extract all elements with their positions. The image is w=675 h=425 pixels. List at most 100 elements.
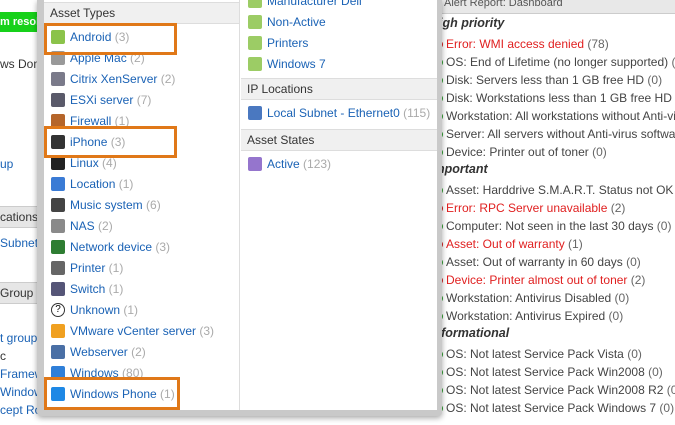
asset-type-item[interactable]: Switch (1)	[44, 279, 239, 300]
alert-text: OS: Not latest Service Pack Win2008 R2	[446, 383, 664, 397]
asset-type-count: (3)	[196, 324, 215, 338]
group-item[interactable]: Manufacturer Dell	[241, 0, 437, 12]
group-count: (115)	[399, 106, 431, 120]
location-icon	[51, 177, 65, 191]
alert-text: OS: Not latest Service Pack Windows 7	[446, 401, 657, 415]
asset-type-label: VMware vCenter server	[70, 324, 197, 338]
asset-type-count: (2)	[127, 345, 146, 359]
asset-type-item[interactable]: Citrix XenServer (2)	[44, 69, 239, 90]
alert-text: Disk: Servers less than 1 GB free HD	[446, 73, 645, 87]
asset-type-label: Network device	[70, 240, 153, 254]
alert-item[interactable]: Asset: Harddrive S.M.A.R.T. Status not O…	[434, 181, 673, 199]
asset-type-count: (1)	[120, 303, 139, 317]
asset-type-label: Webserver	[70, 345, 128, 359]
asset-type-count: (7)	[133, 93, 152, 107]
alert-text: Asset: Out of warranty in 60 days	[446, 255, 623, 269]
alert-item[interactable]: OS: Not latest Service Pack Windows 7 (0…	[434, 399, 674, 417]
asset-type-item[interactable]: Music system (6)	[44, 195, 239, 216]
asset-type-item[interactable]: VMware vCenter server (3)	[44, 321, 239, 342]
group-label: Active	[267, 157, 300, 171]
vmware-icon	[51, 324, 65, 338]
highlight-iphone	[44, 126, 177, 158]
webserver-icon	[51, 345, 65, 359]
switch-icon	[51, 282, 65, 296]
asset-dropdown-panel: Asset Types Android (3) Apple Mac (2) Citr…	[44, 0, 437, 410]
alert-item[interactable]: Computer: Not seen in the last 30 days (…	[434, 217, 671, 235]
alert-count: (0)	[611, 291, 630, 305]
alert-count: (0)	[622, 255, 641, 269]
group-item[interactable]: Active (123)	[241, 154, 437, 175]
alert-item[interactable]: Disk: Servers less than 1 GB free HD (0)	[434, 71, 662, 89]
subnet-icon	[248, 106, 262, 120]
alert-text: Workstation: All workstations without An…	[446, 109, 675, 123]
group-label: Local Subnet - Ethernet0	[267, 106, 400, 120]
group-label: Non-Active	[267, 15, 326, 29]
alert-item[interactable]: OS: Not latest Service Pack Win2008 R2 (…	[434, 381, 675, 399]
alert-count: (0)	[605, 309, 624, 323]
group-item[interactable]: Printers	[241, 33, 437, 54]
asset-type-count: (2)	[94, 219, 113, 233]
alert-text: OS: Not latest Service Pack Vista	[446, 347, 624, 361]
asset-type-item[interactable]: Webserver (2)	[44, 342, 239, 363]
alert-text: Disk: Workstations less than 1 GB free H…	[446, 91, 672, 105]
alert-item[interactable]: Error: WMI access denied (78)	[434, 35, 609, 53]
asset-type-count: (6)	[142, 198, 161, 212]
alert-text: OS: End of Lifetime (no longer supported…	[446, 55, 669, 69]
alert-text: Error: RPC Server unavailable	[446, 201, 608, 215]
alert-text: Server: All servers without Anti-virus s…	[446, 127, 675, 141]
alert-count: (0)	[644, 365, 663, 379]
asset-type-item[interactable]: ESXi server (7)	[44, 90, 239, 111]
alert-report-panel: Alert Report: Dashboard High priority Err…	[430, 0, 675, 425]
alert-count: (0)	[653, 219, 672, 233]
group-item[interactable]: Local Subnet - Ethernet0 (115)	[241, 103, 437, 124]
alert-item[interactable]: Workstation: Antivirus Expired (0)	[434, 307, 623, 325]
alert-item[interactable]: Device: Printer almost out of toner (2)	[434, 271, 645, 289]
alert-item[interactable]: Asset: Out of warranty in 60 days (0)	[434, 253, 641, 271]
asset-type-item[interactable]: NAS (2)	[44, 216, 239, 237]
alert-count: (0)	[644, 73, 663, 87]
asset-type-label: Switch	[70, 282, 106, 296]
tag-icon	[248, 57, 262, 71]
group-item[interactable]: Windows 7	[241, 54, 437, 75]
asset-types-column: Asset Types Android (3) Apple Mac (2) Citr…	[44, 0, 240, 410]
network-icon	[51, 240, 65, 254]
asset-type-count: (1)	[105, 261, 124, 275]
alert-item[interactable]: Disk: Workstations less than 1 GB free H…	[434, 89, 675, 107]
alert-item[interactable]: Device: Printer out of toner (0)	[434, 143, 607, 161]
asset-type-label: Printer	[70, 261, 106, 275]
tag-icon	[248, 0, 262, 8]
nas-icon	[51, 219, 65, 233]
alert-count: (0)	[668, 55, 675, 69]
alert-item[interactable]: Asset: Out of warranty (1)	[434, 235, 583, 253]
alert-item[interactable]: OS: Not latest Service Pack Vista (0)	[434, 345, 642, 363]
asset-type-item[interactable]: Location (1)	[44, 174, 239, 195]
esxi-icon	[51, 93, 65, 107]
group-item[interactable]: Non-Active	[241, 12, 437, 33]
alert-text: Asset: Out of warranty	[446, 237, 565, 251]
asset-states-header: Asset States	[241, 129, 437, 151]
asset-type-count: (1)	[105, 282, 124, 296]
group-label: Manufacturer Dell	[267, 0, 362, 8]
asset-type-count: (4)	[98, 156, 117, 170]
alert-text: Workstation: Antivirus Disabled	[446, 291, 612, 305]
asset-type-count: (2)	[157, 72, 176, 86]
asset-type-label: ESXi server	[70, 93, 134, 107]
asset-type-item[interactable]: Network device (3)	[44, 237, 239, 258]
alert-count: (0)	[588, 145, 607, 159]
alert-item[interactable]: Workstation: All workstations without An…	[434, 107, 675, 125]
asset-type-item[interactable]: Printer (1)	[44, 258, 239, 279]
server-icon	[51, 72, 65, 86]
alert-item[interactable]: Workstation: Antivirus Disabled (0)	[434, 289, 629, 307]
alert-item[interactable]: OS: Not latest Service Pack Win2008 (0)	[434, 363, 663, 381]
alert-text: Workstation: Antivirus Expired	[446, 309, 606, 323]
alert-item[interactable]: Error: RPC Server unavailable (2)	[434, 199, 625, 217]
asset-type-label: Location	[70, 177, 116, 191]
asset-types-header: Asset Types	[44, 2, 239, 24]
asset-type-count: (3)	[152, 240, 171, 254]
alert-count: (2)	[627, 273, 646, 287]
alert-item[interactable]: OS: End of Lifetime (no longer supported…	[434, 53, 675, 71]
groups-column: Manufacturer Dell Non-Active Printers Windo…	[241, 0, 437, 410]
state-tag-icon	[248, 157, 262, 171]
asset-type-item[interactable]: ? Unknown (1)	[44, 300, 239, 321]
alert-item[interactable]: Server: All servers without Anti-virus s…	[434, 125, 675, 143]
